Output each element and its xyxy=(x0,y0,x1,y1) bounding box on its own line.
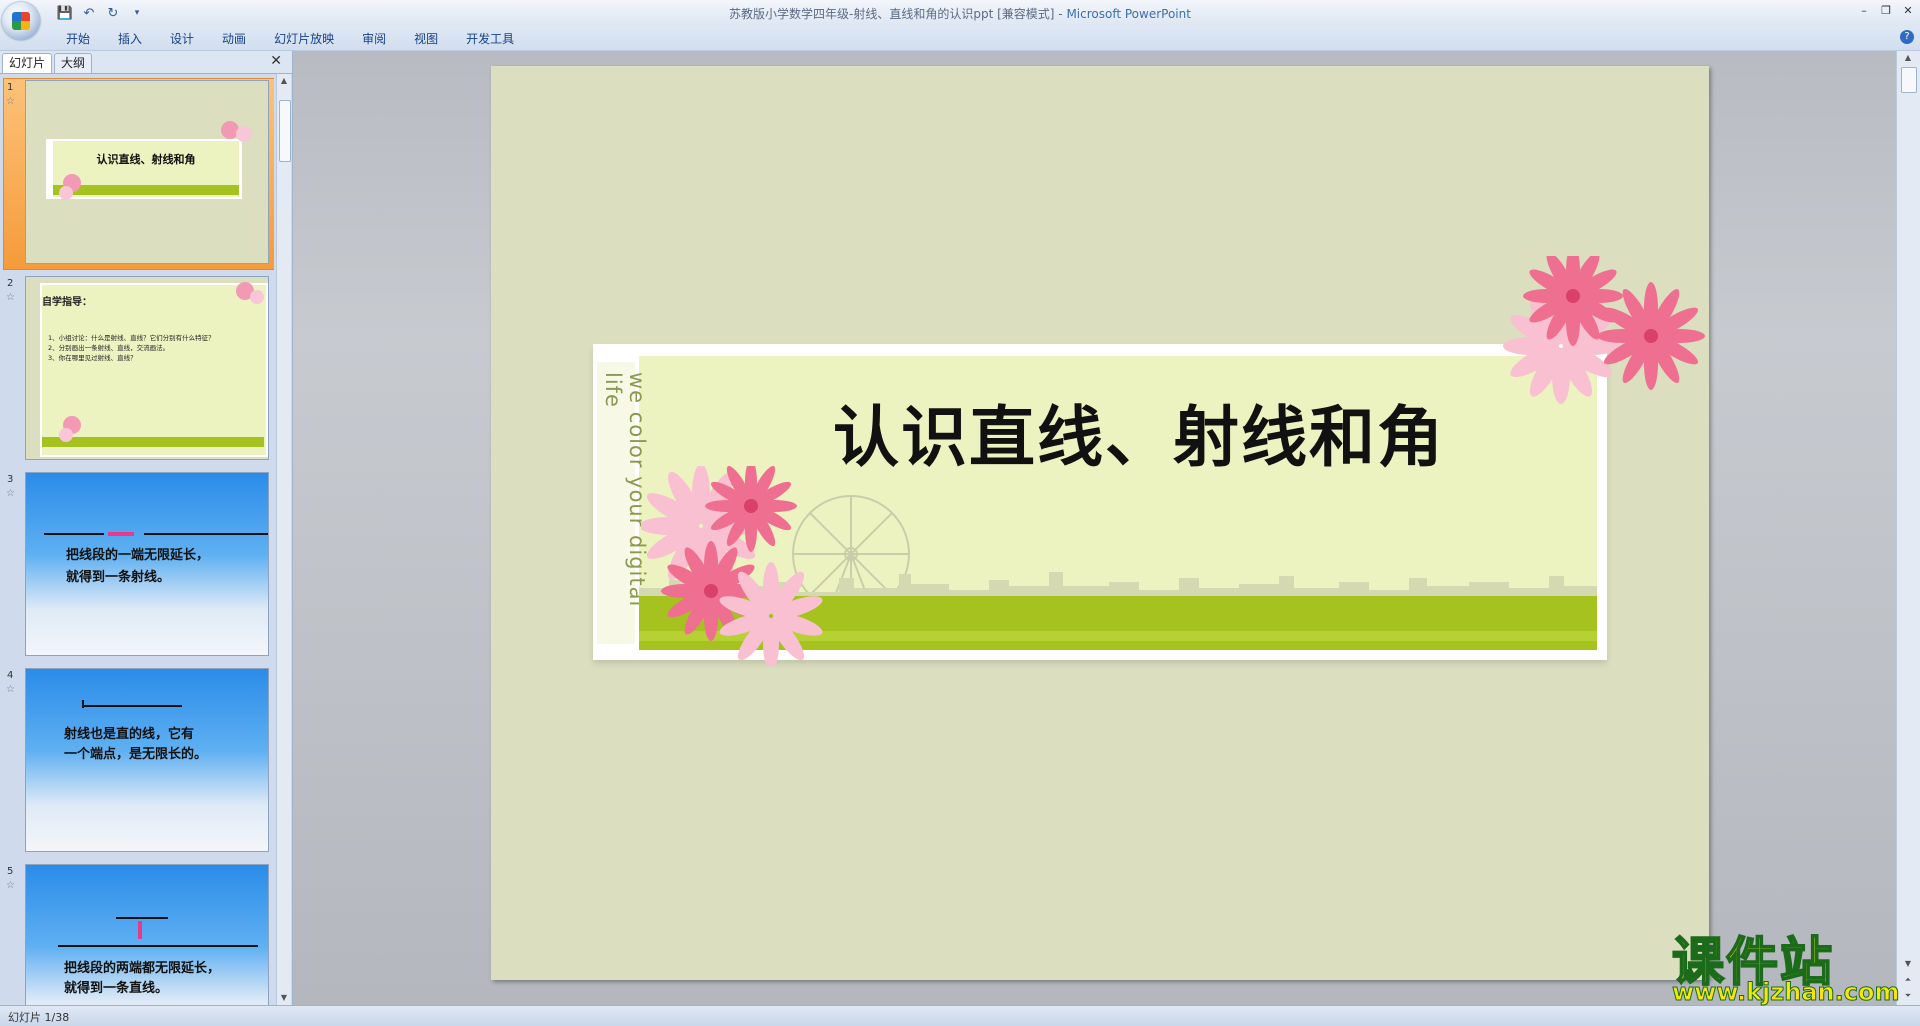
tab-slides[interactable]: 幻灯片 xyxy=(2,53,53,73)
animation-star-icon: ☆ xyxy=(6,880,15,891)
slide-number: 1 xyxy=(7,82,14,93)
tab-review[interactable]: 审阅 xyxy=(348,30,400,48)
slide-canvas[interactable]: we color your digital life 认识直线、射线和角 xyxy=(491,66,1709,980)
thumbnail-image: 把线段的两端都无限延长， 就得到一条直线。 xyxy=(25,864,269,1005)
scroll-up-icon[interactable]: ▲ xyxy=(1897,51,1919,65)
thumb-item: 3、你在哪里见过射线、直线？ xyxy=(48,354,137,362)
flower-cluster-left-icon xyxy=(641,466,823,666)
thumb-item: 2、分别画出一条射线、直线，交流画法。 xyxy=(48,344,170,352)
scroll-down-icon[interactable]: ▼ xyxy=(277,991,291,1005)
thumb-heading: 自学指导： xyxy=(42,297,92,308)
flower-icon xyxy=(59,416,81,442)
thumbnail-image: 把线段的一端无限延长， 就得到一条射线。 xyxy=(25,472,269,656)
document-title: 苏教版小学数学四年级-射线、直线和角的认识ppt [兼容模式] xyxy=(729,7,1055,21)
close-pane-icon[interactable]: ✕ xyxy=(270,53,282,69)
slide-thumbnail-4[interactable]: 4 ☆ 射线也是直的线，它有 一个端点，是无限长的。 xyxy=(0,666,274,856)
slide-scrollbar[interactable]: ▲ ▼ ⏶ ⏷ xyxy=(1896,51,1920,1005)
window-title: 苏教版小学数学四年级-射线、直线和角的认识ppt [兼容模式] - Micros… xyxy=(0,5,1920,22)
ribbon-tabs: 开始 插入 设计 动画 幻灯片放映 审阅 视图 开发工具 xyxy=(52,30,528,48)
thumbnail-list: 1 ☆ 认识直线、射线和角 2 ☆ 自学指导： 1、小组讨论：什么是射线、直线？… xyxy=(0,74,274,1005)
slides-pane: 幻灯片 大纲 ✕ 1 ☆ 认识直线、射线和角 2 ☆ 自学指导： 1、小组讨论：… xyxy=(0,51,293,1005)
animation-star-icon: ☆ xyxy=(6,684,15,695)
flower-icon xyxy=(221,121,252,142)
slide-thumbnail-5[interactable]: 5 ☆ 把线段的两端都无限延长， 就得到一条直线。 xyxy=(0,862,274,1005)
thumbnail-scrollbar[interactable]: ▲ ▼ xyxy=(276,74,291,1005)
watermark: 课件站 www.kjzhan.com xyxy=(1668,920,1908,1007)
thumb-text: 射线也是直的线，它有 xyxy=(64,727,195,742)
office-button[interactable] xyxy=(2,2,40,40)
thumb-text: 就得到一条直线。 xyxy=(64,981,169,996)
thumb-item: 1、小组讨论：什么是射线、直线？它们分别有什么特征？ xyxy=(48,334,215,342)
app-name: Microsoft PowerPoint xyxy=(1066,7,1191,21)
tab-outline[interactable]: 大纲 xyxy=(54,53,93,73)
animation-star-icon: ☆ xyxy=(6,488,15,499)
scroll-up-icon[interactable]: ▲ xyxy=(277,74,291,88)
restore-icon[interactable]: ❐ xyxy=(1878,2,1894,18)
scroll-thumb[interactable] xyxy=(1901,67,1917,93)
slide-number: 3 xyxy=(7,474,14,485)
pane-tabs: 幻灯片 大纲 ✕ xyxy=(0,51,292,74)
thumbnail-image: 自学指导： 1、小组讨论：什么是射线、直线？它们分别有什么特征？ 2、分别画出一… xyxy=(25,276,269,460)
thumb-title: 认识直线、射线和角 xyxy=(96,153,196,166)
tab-insert[interactable]: 插入 xyxy=(104,30,156,48)
thumbnail-image: 射线也是直的线，它有 一个端点，是无限长的。 xyxy=(25,668,269,852)
watermark-url: www.kjzhan.com xyxy=(1671,978,1900,1007)
office-logo-icon xyxy=(12,12,30,30)
thumb-text: 就得到一条射线。 xyxy=(66,570,171,585)
close-icon[interactable]: ✕ xyxy=(1900,2,1916,18)
window-controls: – ❐ ✕ xyxy=(1856,2,1916,18)
minimize-icon[interactable]: – xyxy=(1856,2,1872,18)
slide-number: 4 xyxy=(7,670,14,681)
slide-edit-area: we color your digital life 认识直线、射线和角 xyxy=(293,51,1896,1005)
tab-view[interactable]: 视图 xyxy=(400,30,452,48)
slide-thumbnail-2[interactable]: 2 ☆ 自学指导： 1、小组讨论：什么是射线、直线？它们分别有什么特征？ 2、分… xyxy=(0,274,274,464)
slide-counter: 幻灯片 1/38 xyxy=(8,1011,70,1024)
slide-thumbnail-3[interactable]: 3 ☆ 把线段的一端无限延长， 就得到一条射线。 xyxy=(0,470,274,660)
tab-home[interactable]: 开始 xyxy=(52,30,104,48)
tab-design[interactable]: 设计 xyxy=(156,30,208,48)
tab-animations[interactable]: 动画 xyxy=(208,30,260,48)
title-bar: 💾 ↶ ↻ ▾ 苏教版小学数学四年级-射线、直线和角的认识ppt [兼容模式] … xyxy=(0,0,1920,40)
help-icon[interactable]: ? xyxy=(1900,30,1914,44)
tagline-strip: we color your digital life xyxy=(597,362,649,644)
scroll-thumb[interactable] xyxy=(279,100,291,162)
flower-icon xyxy=(59,174,81,200)
tab-developer[interactable]: 开发工具 xyxy=(452,30,528,48)
tab-slideshow[interactable]: 幻灯片放映 xyxy=(260,30,348,48)
flower-icon xyxy=(236,282,264,304)
ribbon-tabs-row: 开始 插入 设计 动画 幻灯片放映 审阅 视图 开发工具 ? xyxy=(0,26,1920,51)
thumb-text: 把线段的一端无限延长， xyxy=(66,548,210,563)
thumb-text: 一个端点，是无限长的。 xyxy=(64,747,208,762)
animation-star-icon: ☆ xyxy=(6,292,15,303)
animation-star-icon: ☆ xyxy=(6,96,15,107)
status-bar: 幻灯片 1/38 xyxy=(0,1005,1920,1026)
thumb-text: 把线段的两端都无限延长， xyxy=(64,961,221,976)
thumbnail-image: 认识直线、射线和角 xyxy=(25,80,269,264)
flower-cluster-right-icon xyxy=(1503,256,1705,404)
title-separator: - xyxy=(1054,7,1067,21)
slide-thumbnail-1[interactable]: 1 ☆ 认识直线、射线和角 xyxy=(0,78,274,270)
slide-number: 2 xyxy=(7,278,14,289)
slide-number: 5 xyxy=(7,866,14,877)
